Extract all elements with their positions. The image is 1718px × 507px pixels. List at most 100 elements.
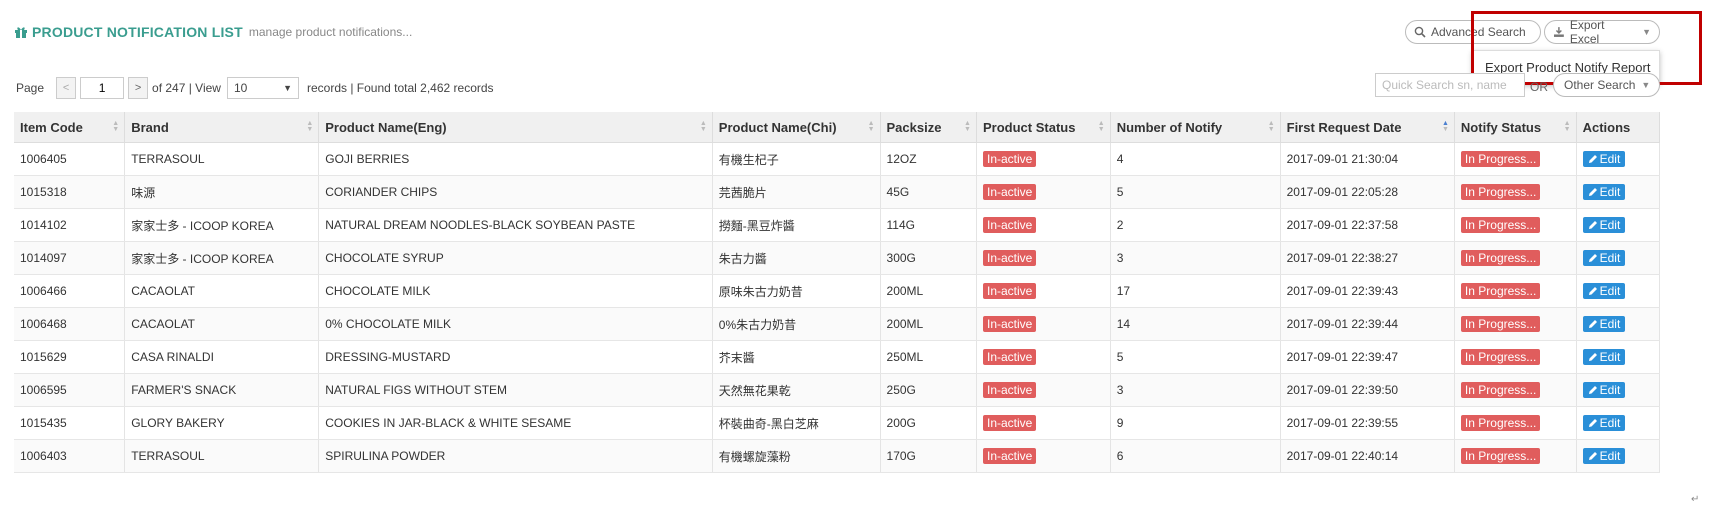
- edit-button[interactable]: Edit: [1582, 415, 1626, 431]
- first-request-date-cell: 2017-09-01 22:39:43: [1280, 274, 1455, 308]
- product-status-cell: In-active: [976, 373, 1111, 407]
- notify-status-badge: In Progress...: [1460, 283, 1541, 299]
- product-status-badge: In-active: [982, 151, 1037, 167]
- notify-status-cell: In Progress...: [1454, 406, 1577, 440]
- actions-cell: Edit: [1576, 406, 1661, 440]
- pencil-icon: [1588, 188, 1597, 196]
- edit-button[interactable]: Edit: [1582, 151, 1626, 167]
- table-header-row: Item Code ▲ ▼ Brand ▲ ▼ Product Name(Eng) ▲ ▼ …: [14, 112, 1661, 143]
- records-per-page-select[interactable]: 10 ▼: [226, 77, 299, 99]
- or-separator: OR: [1530, 80, 1548, 94]
- column-header-item-code[interactable]: Item Code ▲ ▼: [14, 112, 126, 143]
- packsize-cell: 170G: [880, 439, 977, 473]
- edit-button[interactable]: Edit: [1582, 283, 1626, 299]
- export-excel-button[interactable]: Export Excel ▼: [1544, 18, 1660, 46]
- table-row: 1015435 GLORY BAKERY COOKIES IN JAR-BLACK …: [14, 406, 1661, 440]
- advanced-search-label: Advanced Search: [1431, 25, 1526, 39]
- column-header-number-of-notify[interactable]: Number of Notify ▲ ▼: [1110, 112, 1281, 143]
- export-excel-label: Export Excel: [1569, 18, 1605, 46]
- page-label: Page: [16, 81, 45, 95]
- item-code-cell: 1006595: [14, 373, 126, 407]
- product-status-badge: In-active: [982, 415, 1037, 431]
- table-row: 1006468 CACAOLAT 0% CHOCOLATE MILK 0%朱古力奶昔 2…: [14, 307, 1661, 341]
- edit-button[interactable]: Edit: [1582, 316, 1626, 332]
- other-search-button[interactable]: Other Search ▼: [1553, 73, 1660, 97]
- table-row: 1015629 CASA RINALDI DRESSING-MUSTARD 芥末醬 25…: [14, 340, 1661, 374]
- item-code-cell: 1015435: [14, 406, 126, 440]
- column-header-notify-status[interactable]: Notify Status ▲ ▼: [1454, 112, 1577, 143]
- brand-cell: GLORY BAKERY: [124, 406, 320, 440]
- column-header-brand[interactable]: Brand ▲ ▼: [124, 112, 320, 143]
- product-status-badge: In-active: [982, 382, 1037, 398]
- edit-button[interactable]: Edit: [1582, 184, 1626, 200]
- actions-cell: Edit: [1576, 307, 1661, 341]
- advanced-search-button[interactable]: Advanced Search: [1405, 20, 1541, 44]
- brand-cell: CACAOLAT: [124, 307, 320, 341]
- pencil-icon: [1588, 254, 1597, 262]
- edit-button[interactable]: Edit: [1582, 382, 1626, 398]
- packsize-cell: 250G: [880, 373, 977, 407]
- actions-cell: Edit: [1576, 175, 1661, 209]
- product-status-badge: In-active: [982, 448, 1037, 464]
- edit-label: Edit: [1599, 251, 1621, 265]
- page-title: PRODUCT NOTIFICATION LIST: [32, 24, 243, 40]
- notify-status-cell: In Progress...: [1454, 307, 1577, 341]
- item-code-cell: 1014102: [14, 208, 126, 242]
- edit-button[interactable]: Edit: [1582, 217, 1626, 233]
- column-header-product-name-chi[interactable]: Product Name(Chi) ▲ ▼: [712, 112, 881, 143]
- packsize-cell: 200G: [880, 406, 977, 440]
- pagination-bar: Page < > of 247 | View 10 ▼ records | Fo…: [14, 77, 496, 99]
- edit-button[interactable]: Edit: [1582, 250, 1626, 266]
- product-status-cell: In-active: [976, 340, 1111, 374]
- notify-count-cell: 4: [1110, 142, 1281, 176]
- product-status-badge: In-active: [982, 217, 1037, 233]
- edit-button[interactable]: Edit: [1582, 349, 1626, 365]
- actions-cell: Edit: [1576, 340, 1661, 374]
- product-name-eng-cell: CORIANDER CHIPS: [318, 175, 713, 209]
- edit-button[interactable]: Edit: [1582, 448, 1626, 464]
- product-status-badge: In-active: [982, 283, 1037, 299]
- notify-count-cell: 9: [1110, 406, 1281, 440]
- page-number-input[interactable]: [80, 77, 125, 99]
- product-status-cell: In-active: [976, 208, 1111, 242]
- notify-count-cell: 17: [1110, 274, 1281, 308]
- notify-status-cell: In Progress...: [1454, 241, 1577, 275]
- pencil-icon: [1588, 419, 1597, 427]
- column-header-actions: Actions: [1576, 112, 1661, 143]
- actions-cell: Edit: [1576, 274, 1661, 308]
- quick-search-input[interactable]: [1375, 73, 1525, 97]
- pencil-icon: [1588, 221, 1597, 229]
- edit-label: Edit: [1599, 152, 1621, 166]
- column-header-packsize[interactable]: Packsize ▲ ▼: [880, 112, 977, 143]
- product-name-eng-cell: DRESSING-MUSTARD: [318, 340, 713, 374]
- table-row: 1006403 TERRASOUL SPIRULINA POWDER 有機螺旋藻粉 17…: [14, 439, 1661, 473]
- column-header-product-status[interactable]: Product Status ▲ ▼: [976, 112, 1111, 143]
- actions-cell: Edit: [1576, 373, 1661, 407]
- item-code-cell: 1015318: [14, 175, 126, 209]
- item-code-cell: 1006466: [14, 274, 126, 308]
- pencil-icon: [1588, 320, 1597, 328]
- product-status-cell: In-active: [976, 241, 1111, 275]
- notify-status-badge: In Progress...: [1460, 151, 1541, 167]
- product-status-badge: In-active: [982, 250, 1037, 266]
- product-name-eng-cell: COOKIES IN JAR-BLACK & WHITE SESAME: [318, 406, 713, 440]
- product-name-eng-cell: GOJI BERRIES: [318, 142, 713, 176]
- product-name-chi-cell: 芥末醬: [712, 340, 881, 374]
- column-header-product-name-eng[interactable]: Product Name(Eng) ▲ ▼: [318, 112, 713, 143]
- next-page-button[interactable]: >: [128, 77, 149, 99]
- page-subtitle: manage product notifications...: [248, 25, 413, 39]
- first-request-date-cell: 2017-09-01 22:39:50: [1280, 373, 1455, 407]
- product-status-cell: In-active: [976, 175, 1111, 209]
- first-request-date-cell: 2017-09-01 22:40:14: [1280, 439, 1455, 473]
- product-name-eng-cell: 0% CHOCOLATE MILK: [318, 307, 713, 341]
- product-name-chi-cell: 0%朱古力奶昔: [712, 307, 881, 341]
- download-icon: [1553, 27, 1564, 37]
- column-header-first-request-date[interactable]: First Request Date ▲ ▼: [1280, 112, 1455, 143]
- product-status-badge: In-active: [982, 316, 1037, 332]
- notify-status-cell: In Progress...: [1454, 373, 1577, 407]
- notify-status-cell: In Progress...: [1454, 340, 1577, 374]
- prev-page-button[interactable]: <: [56, 77, 77, 99]
- sort-icon: ▲ ▼: [306, 120, 314, 133]
- edit-label: Edit: [1599, 383, 1621, 397]
- edit-label: Edit: [1599, 284, 1621, 298]
